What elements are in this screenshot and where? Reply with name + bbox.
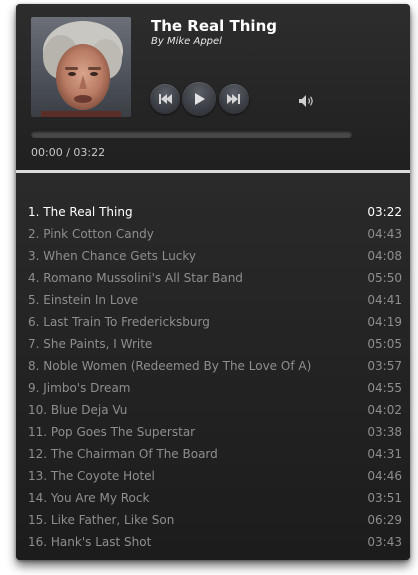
- track-duration: 04:08: [367, 249, 402, 263]
- track-duration: 04:19: [367, 315, 402, 329]
- track-duration: 04:41: [367, 293, 402, 307]
- playlist-item[interactable]: 15. Like Father, Like Son 06:29: [28, 509, 402, 531]
- next-button[interactable]: [219, 84, 249, 114]
- playlist-item[interactable]: 11. Pop Goes The Superstar 03:38: [28, 421, 402, 443]
- time-display: 00:00 / 03:22: [31, 146, 106, 159]
- album-cover: [31, 17, 131, 117]
- playlist-item[interactable]: 8. Noble Women (Redeemed By The Love Of …: [28, 355, 402, 377]
- playlist-item[interactable]: 7. She Paints, I Write 05:05: [28, 333, 402, 355]
- track-name: 8. Noble Women (Redeemed By The Love Of …: [28, 359, 312, 373]
- track-duration: 03:51: [367, 491, 402, 505]
- track-artist: By Mike Appel: [151, 36, 222, 47]
- track-duration: 03:38: [367, 425, 402, 439]
- track-name: 6. Last Train To Fredericksburg: [28, 315, 210, 329]
- track-title: The Real Thing: [151, 17, 277, 35]
- volume-icon: [299, 95, 313, 107]
- track-name: 7. She Paints, I Write: [28, 337, 153, 351]
- volume-button[interactable]: [298, 93, 316, 107]
- play-icon: [195, 93, 205, 105]
- track-duration: 03:22: [367, 205, 402, 219]
- playlist: 1. The Real Thing 03:22 2. Pink Cotton Can…: [16, 173, 410, 560]
- playlist-item[interactable]: 6. Last Train To Fredericksburg 04:19: [28, 311, 402, 333]
- track-name: 2. Pink Cotton Candy: [28, 227, 154, 241]
- track-name: 14. You Are My Rock: [28, 491, 150, 505]
- track-duration: 06:29: [367, 513, 402, 527]
- previous-button[interactable]: [150, 84, 180, 114]
- playlist-item[interactable]: 2. Pink Cotton Candy 04:43: [28, 223, 402, 245]
- music-player: The Real Thing By Mike Appel 00:00 / 03:…: [16, 4, 410, 560]
- track-name: 16. Hank's Last Shot: [28, 535, 152, 549]
- track-name: 1. The Real Thing: [28, 205, 133, 219]
- playlist-item[interactable]: 16. Hank's Last Shot 03:43: [28, 531, 402, 553]
- track-name: 15. Like Father, Like Son: [28, 513, 175, 527]
- play-button[interactable]: [182, 82, 216, 116]
- track-name: 3. When Chance Gets Lucky: [28, 249, 197, 263]
- track-name: 12. The Chairman Of The Board: [28, 447, 218, 461]
- progress-bar[interactable]: [31, 131, 352, 138]
- playlist-item[interactable]: 12. The Chairman Of The Board 04:31: [28, 443, 402, 465]
- playlist-item[interactable]: 14. You Are My Rock 03:51: [28, 487, 402, 509]
- track-duration: 04:43: [367, 227, 402, 241]
- track-duration: 04:46: [367, 469, 402, 483]
- track-name: 11. Pop Goes The Superstar: [28, 425, 196, 439]
- track-duration: 04:02: [367, 403, 402, 417]
- track-name: 4. Romano Mussolini's All Star Band: [28, 271, 243, 285]
- track-name: 5. Einstein In Love: [28, 293, 139, 307]
- track-duration: 04:55: [367, 381, 402, 395]
- track-name: 10. Blue Deja Vu: [28, 403, 128, 417]
- previous-track-icon: [159, 94, 172, 104]
- playlist-item[interactable]: 3. When Chance Gets Lucky 04:08: [28, 245, 402, 267]
- track-name: 13. The Coyote Hotel: [28, 469, 155, 483]
- track-duration: 03:57: [367, 359, 402, 373]
- playlist-item[interactable]: 4. Romano Mussolini's All Star Band 05:50: [28, 267, 402, 289]
- playlist-item[interactable]: 10. Blue Deja Vu 04:02: [28, 399, 402, 421]
- track-name: 9. Jimbo's Dream: [28, 381, 131, 395]
- track-duration: 03:43: [367, 535, 402, 549]
- playlist-item[interactable]: 9. Jimbo's Dream 04:55: [28, 377, 402, 399]
- next-track-icon: [227, 94, 240, 104]
- playlist-item[interactable]: 5. Einstein In Love 04:41: [28, 289, 402, 311]
- playlist-item[interactable]: 13. The Coyote Hotel 04:46: [28, 465, 402, 487]
- playlist-item[interactable]: 1. The Real Thing 03:22: [28, 201, 402, 223]
- track-duration: 05:50: [367, 271, 402, 285]
- now-playing-panel: The Real Thing By Mike Appel 00:00 / 03:…: [16, 4, 410, 170]
- track-duration: 05:05: [367, 337, 402, 351]
- track-duration: 04:31: [367, 447, 402, 461]
